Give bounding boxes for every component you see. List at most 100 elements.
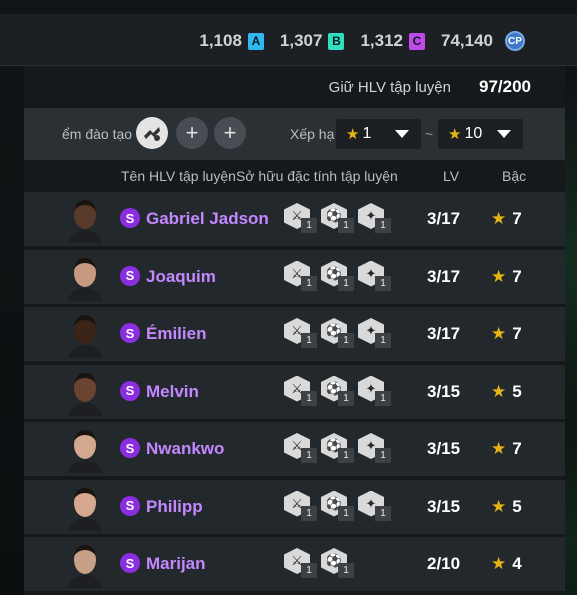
training-trait[interactable]: ✦ 1 [358,260,392,291]
trait-level: 1 [375,448,391,463]
coach-row[interactable]: S Philipp ⚔ 1 ⚽ 1 ✦ 1 3/15 ★ 5 [24,479,565,534]
currency-a-value: 1,108 [199,31,242,50]
coach-avatar [68,372,102,416]
currency-bar: 1,108 A 1,307 B 1,312 C 74,140 CP [0,14,577,66]
cp-coin-icon[interactable]: CP [505,31,525,51]
trait-level: 1 [375,390,391,406]
add-skill-slot-3[interactable]: + [214,117,246,149]
training-trait[interactable]: ⚽ 1 [321,318,355,348]
trait-level: 1 [338,505,354,521]
training-trait[interactable]: ⚽ 1 [321,260,355,291]
currency-cp-value: 74,140 [441,31,493,50]
training-trait[interactable]: ⚔ 1 [284,433,318,463]
rank-from-value: 1 [362,125,372,142]
coach-level: 3/15 [427,381,461,401]
star-icon: ★ [491,324,507,343]
training-skill-slot-1[interactable] [136,117,168,149]
plus-icon: + [223,120,237,145]
range-separator: ~ [425,126,434,142]
currency-a-icon: A [247,32,264,50]
coach-grade-value: 7 [512,324,522,343]
chevron-down-icon [497,130,511,138]
trait-level: 1 [301,448,317,463]
training-trait[interactable]: ⚽ 1 [321,203,355,233]
keep-coach-label: Giữ HLV tập luyện [328,78,451,96]
star-icon: ★ [491,381,507,401]
add-skill-slot-2[interactable]: + [176,117,208,149]
training-trait[interactable]: ⚽ 1 [321,375,355,406]
trait-level: 1 [301,505,317,521]
coach-avatar [68,545,102,588]
rank-from-dropdown[interactable]: ★ 1 [336,119,421,149]
coach-level: 3/17 [427,266,461,286]
coach-grade-value: 7 [512,209,522,228]
trait-level: 1 [375,333,391,348]
coach-tier-badge: S [120,208,140,228]
trait-level: 1 [338,275,354,291]
coach-list-panel: Giữ HLV tập luyện 97/200 ểm đào tạo + + … [24,66,565,595]
star-icon: ★ [491,266,507,286]
rank-to-dropdown[interactable]: ★ 10 [438,119,523,149]
trait-level: 1 [301,390,317,406]
coach-name: Émilien [146,324,207,343]
coach-avatar [68,257,102,301]
coach-grade: ★ 5 [491,382,522,402]
trait-level: 1 [375,275,391,291]
coach-tier-badge: S [120,495,140,516]
coach-row[interactable]: S Joaquim ⚔ 1 ⚽ 1 ✦ 1 3/17 ★ 7 [24,249,565,304]
coach-row[interactable]: S Gabriel Jadson ⚔ 1 ⚽ 1 ✦ 1 3/17 ★ 7 [24,192,565,246]
coach-name: Melvin [146,381,199,401]
trait-level: 1 [301,275,317,291]
coach-grade-value: 5 [512,381,522,401]
coach-tier-badge: S [120,323,140,343]
training-skill-icon [144,127,160,141]
star-icon: ★ [491,554,507,573]
coach-name: Gabriel Jadson [146,209,269,228]
star-icon: ★ [491,496,507,516]
coach-avatar [68,430,102,473]
currency-b-value: 1,307 [279,31,323,50]
coach-tier-badge: S [120,438,140,458]
training-trait[interactable]: ✦ 1 [358,375,392,406]
currency-c-icon: C [409,32,425,50]
training-trait[interactable]: ⚽ 1 [321,548,355,578]
training-trait[interactable]: ⚔ 1 [284,260,318,291]
training-trait[interactable]: ⚔ 1 [284,203,318,233]
training-trait[interactable]: ⚽ 1 [321,433,355,463]
trait-level: 1 [338,390,354,406]
coach-name: Nwankwo [146,439,225,458]
training-trait[interactable]: ✦ 1 [358,318,392,348]
training-trait[interactable]: ⚔ 1 [284,318,318,348]
coach-name: Philipp [146,496,203,516]
training-trait[interactable]: ✦ 1 [358,490,392,521]
coach-row[interactable]: S Émilien ⚔ 1 ⚽ 1 ✦ 1 3/17 ★ 7 [24,307,565,361]
coach-grade: ★ 7 [491,324,522,344]
trait-level: 1 [338,333,354,348]
training-trait[interactable]: ✦ 1 [358,203,392,233]
coach-tier-badge: S [120,380,140,401]
keep-coach-count: 97/200 [479,77,531,96]
plus-icon: + [185,120,199,145]
currency-list: 1,108 A 1,307 B 1,312 C 74,140 CP [199,30,525,52]
coach-row[interactable]: S Marijan ⚔ 1 ⚽ 1 2/10 ★ 4 [24,537,565,591]
coach-row[interactable]: S Nwankwo ⚔ 1 ⚽ 1 ✦ 1 3/15 ★ 7 [24,422,565,476]
coach-grade: ★ 7 [491,209,522,229]
trait-level: 1 [301,333,317,348]
coach-grade: ★ 7 [491,267,522,287]
training-point-label: ểm đào tạo [62,126,133,142]
coach-grade-value: 5 [512,496,522,516]
training-trait[interactable]: ⚔ 1 [284,548,318,578]
training-trait[interactable]: ⚔ 1 [284,375,318,406]
training-trait[interactable]: ⚽ 1 [321,490,355,521]
training-trait[interactable]: ✦ 1 [358,433,392,463]
header-grade: Bậc [502,168,527,184]
training-trait[interactable]: ⚔ 1 [284,490,318,521]
header-lv: LV [443,168,460,184]
trait-level: 1 [301,218,317,233]
currency-c-value: 1,312 [360,31,403,50]
table-header: Tên HLV tập luyện Sở hữu đặc tính tập lu… [24,160,565,192]
currency-b-icon: B [328,32,345,50]
coach-row[interactable]: S Melvin ⚔ 1 ⚽ 1 ✦ 1 3/15 ★ 5 [24,364,565,419]
trait-level: 1 [338,218,354,233]
coach-grade-value: 7 [512,266,522,286]
